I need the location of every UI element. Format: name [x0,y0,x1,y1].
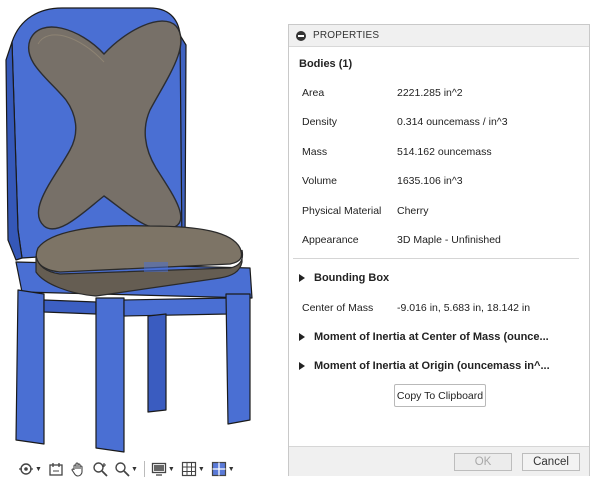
moment-center-section[interactable]: Moment of Inertia at Center of Mass (oun… [299,331,549,343]
cancel-button[interactable]: Cancel [522,453,580,471]
viewports-icon[interactable]: ▼ [210,459,236,479]
chair-model[interactable] [0,0,284,455]
look-at-icon[interactable] [47,459,65,479]
property-value: 2221.285 in^2 [397,87,463,99]
pan-icon[interactable] [69,459,87,479]
expand-triangle-icon[interactable] [299,362,305,370]
grid-icon[interactable]: ▼ [180,459,206,479]
panel-header[interactable]: PROPERTIES [289,25,589,47]
orbit-icon[interactable]: ▼ [17,459,43,479]
bodies-heading: Bodies (1) [299,58,353,70]
display-settings-icon[interactable]: ▼ [150,459,176,479]
panel-title: PROPERTIES [313,30,380,41]
moment-center-label: Moment of Inertia at Center of Mass (oun… [314,331,549,343]
property-value: 514.162 ouncemass [397,146,492,158]
orbit-dropdown-icon[interactable]: ▼ [35,466,42,473]
zoom-icon[interactable]: ▼ [113,459,139,479]
property-value: 3D Maple - Unfinished [397,234,501,246]
properties-panel: PROPERTIES Bodies (1) Area 2221.285 in^2… [288,24,590,476]
3d-viewport[interactable]: ▼ ▼ ▼ ▼ ▼ [0,0,284,487]
expand-triangle-icon[interactable] [299,274,305,282]
bounding-box-label: Bounding Box [314,272,390,284]
bounding-box-section[interactable]: Bounding Box [299,272,389,284]
property-label: Physical Material [302,205,382,217]
zoom-dropdown-icon[interactable]: ▼ [131,466,138,473]
panel-footer: OK Cancel [289,446,589,476]
property-value: -9.016 in, 5.683 in, 18.142 in [397,302,531,314]
section-divider [293,258,579,259]
property-label: Volume [302,175,338,187]
property-label: Area [302,87,325,99]
ok-button[interactable]: OK [454,453,512,471]
property-label: Mass [302,146,328,158]
display-dropdown-icon[interactable]: ▼ [168,466,175,473]
moment-origin-section[interactable]: Moment of Inertia at Origin (ouncemass i… [299,360,550,372]
moment-origin-label: Moment of Inertia at Origin (ouncemass i… [314,360,550,372]
property-value: Cherry [397,205,429,217]
zoom-window-icon[interactable] [91,459,109,479]
toolbar-separator [143,461,145,477]
grid-dropdown-icon[interactable]: ▼ [198,466,205,473]
viewports-dropdown-icon[interactable]: ▼ [228,466,235,473]
navigation-toolbar: ▼ ▼ ▼ ▼ ▼ [17,457,247,481]
collapse-icon[interactable] [296,30,306,41]
property-value: 1635.106 in^3 [397,175,463,187]
property-label: Appearance [302,234,359,246]
copy-to-clipboard-button[interactable]: Copy To Clipboard [394,384,486,407]
expand-triangle-icon[interactable] [299,333,305,341]
property-value: 0.314 ouncemass / in^3 [397,116,508,128]
property-label: Center of Mass [302,302,374,314]
property-label: Density [302,116,338,128]
